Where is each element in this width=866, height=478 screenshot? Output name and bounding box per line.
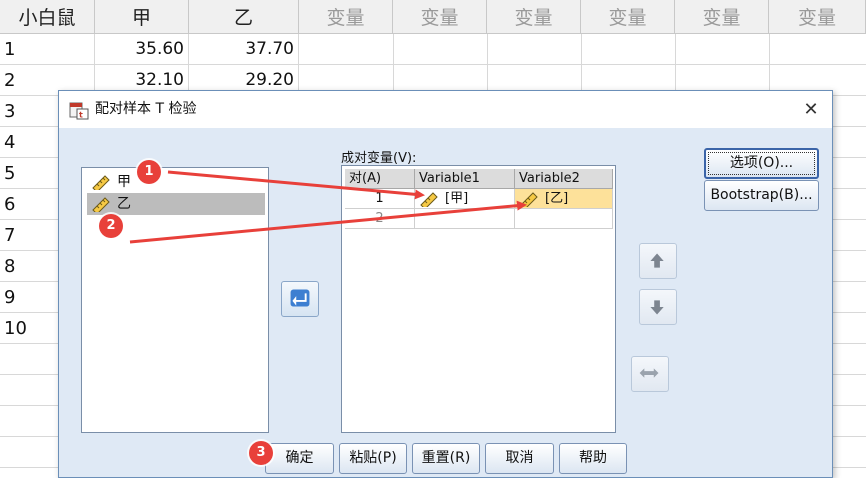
pair-2-variable2-cell[interactable]: [515, 209, 613, 229]
swap-arrows-icon: [639, 368, 659, 378]
arrow-down-icon: [650, 300, 664, 315]
scale-variable-icon: [92, 175, 110, 190]
pair-variable-name: [甲]: [445, 191, 469, 206]
variable-label: 乙: [117, 196, 131, 212]
column-header-var[interactable]: 变量: [581, 0, 675, 34]
ok-button[interactable]: 确定: [265, 443, 334, 474]
help-button[interactable]: 帮助: [559, 443, 627, 474]
close-button[interactable]: ✕: [798, 97, 824, 123]
dialog-title: 配对样本 T 检验: [95, 101, 197, 117]
paste-button[interactable]: 粘贴(P): [339, 443, 407, 474]
reset-button[interactable]: 重置(R): [412, 443, 480, 474]
column-header-var[interactable]: 变量: [769, 0, 866, 34]
list-item-variable-yi[interactable]: 乙: [87, 193, 265, 215]
paired-t-test-dialog: t 配对样本 T 检验 ✕ 甲 乙 成对变量(V): 对(A) Variable…: [58, 90, 833, 478]
annotation-badge-2: 2: [99, 214, 123, 238]
column-header-var[interactable]: 变量: [299, 0, 393, 34]
move-back-arrow-icon: [290, 289, 310, 307]
move-variable-button[interactable]: [281, 281, 319, 317]
pair-index: 2: [345, 209, 415, 229]
paired-variables-table[interactable]: 对(A) Variable1 Variable2 1 [甲] [乙] 2: [341, 165, 616, 433]
variable-label: 甲: [117, 174, 131, 190]
annotation-badge-3: 3: [249, 441, 273, 465]
column-header-variable2: Variable2: [515, 169, 613, 189]
arrow-up-icon: [650, 253, 664, 268]
column-header-pair: 对(A): [345, 169, 415, 189]
scale-variable-icon: [92, 197, 110, 212]
pair-variable-name: [乙]: [545, 191, 569, 206]
pair-2-variable1-cell[interactable]: [415, 209, 515, 229]
row-number[interactable]: 1: [0, 34, 95, 65]
cancel-button[interactable]: 取消: [485, 443, 554, 474]
column-header-var[interactable]: 变量: [675, 0, 769, 34]
svg-text:t: t: [79, 111, 83, 120]
column-header-jia[interactable]: 甲: [95, 0, 189, 34]
column-header-var[interactable]: 变量: [393, 0, 487, 34]
dialog-titlebar[interactable]: t 配对样本 T 检验 ✕: [59, 91, 832, 128]
column-header-variable1: Variable1: [415, 169, 515, 189]
column-header-yi[interactable]: 乙: [189, 0, 299, 34]
pair-index: 1: [345, 189, 415, 209]
scale-variable-icon: [420, 192, 438, 207]
swap-variables-button[interactable]: [631, 356, 669, 392]
move-down-button[interactable]: [639, 289, 677, 325]
list-item-variable-jia[interactable]: 甲: [87, 171, 265, 193]
t-test-icon: t: [69, 102, 89, 120]
source-variable-list[interactable]: 甲 乙: [81, 167, 269, 433]
pair-1-variable1-cell[interactable]: [甲]: [415, 189, 515, 209]
column-header-var[interactable]: 变量: [487, 0, 581, 34]
data-cell[interactable]: 37.70: [189, 34, 299, 65]
move-up-button[interactable]: [639, 243, 677, 279]
table-row: 1 35.60 37.70: [0, 34, 866, 65]
data-cell[interactable]: 35.60: [95, 34, 189, 65]
annotation-badge-1: 1: [137, 160, 161, 184]
column-header-mouse[interactable]: 小白鼠: [0, 0, 95, 34]
pair-1-variable2-cell[interactable]: [乙]: [515, 189, 613, 209]
options-button[interactable]: 选项(O)...: [704, 148, 819, 179]
scale-variable-icon: [520, 192, 538, 207]
bootstrap-button[interactable]: Bootstrap(B)...: [704, 180, 819, 211]
paired-variables-label: 成对变量(V):: [341, 151, 417, 166]
